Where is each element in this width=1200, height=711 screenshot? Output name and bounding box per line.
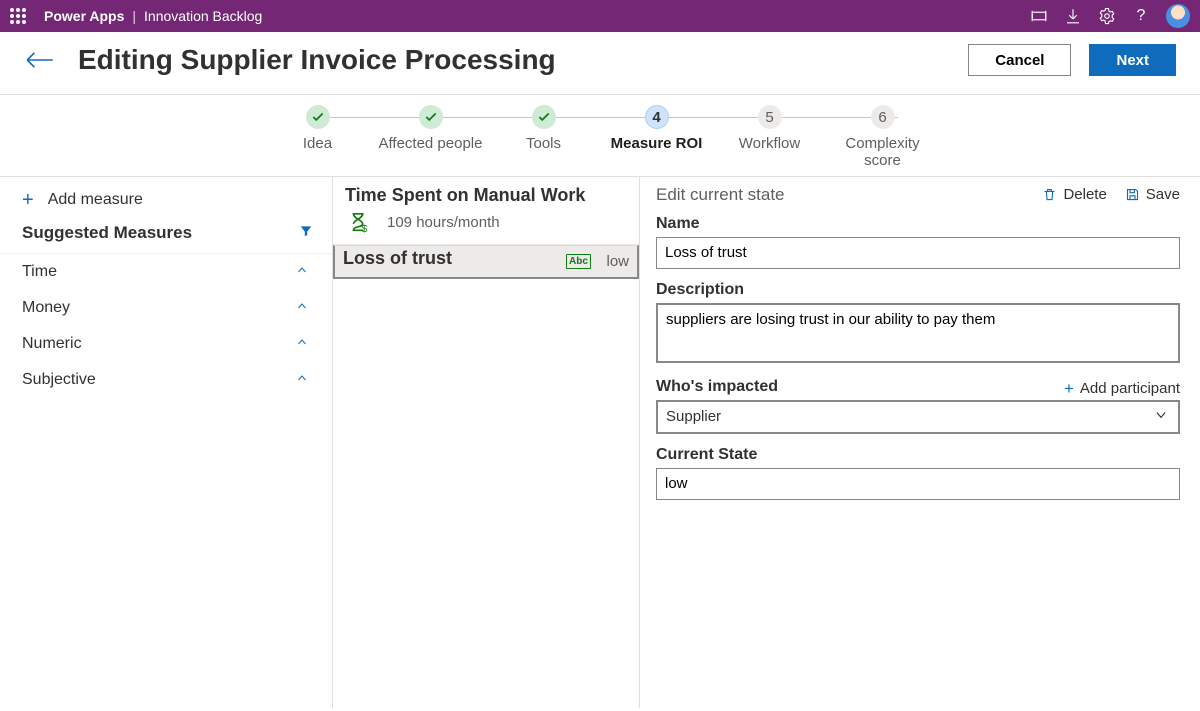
add-measure-label: Add measure [48, 191, 143, 209]
step-complexity-score[interactable]: 6 Complexity score [826, 105, 939, 170]
category-numeric[interactable]: Numeric [0, 326, 332, 362]
current-state-input[interactable] [656, 468, 1180, 500]
gear-icon[interactable] [1090, 7, 1124, 25]
avatar[interactable] [1166, 4, 1190, 28]
add-participant-button[interactable]: + Add participant [1064, 379, 1180, 399]
chevron-up-icon [294, 371, 310, 389]
global-topbar: Power Apps | Innovation Backlog ? [0, 0, 1200, 32]
cancel-button[interactable]: Cancel [968, 44, 1071, 76]
download-icon[interactable] [1056, 7, 1090, 25]
description-input[interactable] [656, 303, 1180, 363]
plus-icon: + [1064, 379, 1074, 399]
measure-cards-column: Time Spent on Manual Work $ 109 hours/mo… [333, 177, 640, 708]
main-area: + Add measure Suggested Measures Time Mo… [0, 177, 1200, 708]
description-label: Description [656, 281, 1180, 299]
app-name[interactable]: Innovation Backlog [144, 8, 262, 24]
chevron-up-icon [294, 299, 310, 317]
fit-icon[interactable] [1022, 7, 1056, 25]
measure-card-loss-of-trust[interactable]: Loss of trust Abc low [333, 245, 639, 279]
waffle-icon[interactable] [10, 8, 26, 24]
form-heading: Edit current state [656, 185, 785, 205]
category-subjective[interactable]: Subjective [0, 362, 332, 398]
category-time[interactable]: Time [0, 254, 332, 290]
current-state-label: Current State [656, 446, 1180, 464]
chevron-down-icon [1152, 408, 1170, 426]
suggested-measures-header: Suggested Measures [0, 219, 332, 254]
wizard-stepper: Idea Affected people Tools 4 Measure ROI… [0, 95, 1200, 177]
filter-icon[interactable] [298, 223, 314, 243]
step-idea[interactable]: Idea [261, 105, 374, 170]
chevron-up-icon [294, 335, 310, 353]
svg-text:$: $ [362, 224, 368, 234]
back-button[interactable] [24, 50, 56, 70]
add-measure-button[interactable]: + Add measure [0, 185, 332, 219]
brand-name[interactable]: Power Apps [44, 8, 124, 24]
step-affected-people[interactable]: Affected people [374, 105, 487, 170]
help-icon[interactable]: ? [1124, 7, 1158, 25]
category-money[interactable]: Money [0, 290, 332, 326]
step-measure-roi[interactable]: 4 Measure ROI [600, 105, 713, 170]
abc-icon: Abc [564, 250, 592, 272]
measure-card-time-spent[interactable]: Time Spent on Manual Work $ 109 hours/mo… [333, 177, 639, 245]
page-title: Editing Supplier Invoice Processing [78, 44, 968, 76]
next-button[interactable]: Next [1089, 44, 1176, 76]
name-label: Name [656, 215, 1180, 233]
step-tools[interactable]: Tools [487, 105, 600, 170]
who-impacted-label: Who's impacted [656, 378, 778, 396]
edit-form: Edit current state Delete Save Name Desc… [640, 177, 1200, 708]
step-workflow[interactable]: 5 Workflow [713, 105, 826, 170]
hourglass-dollar-icon: $ [345, 212, 373, 234]
name-input[interactable] [656, 237, 1180, 269]
chevron-up-icon [294, 263, 310, 281]
brand-separator: | [132, 8, 136, 24]
delete-button[interactable]: Delete [1042, 186, 1106, 203]
measures-sidebar: + Add measure Suggested Measures Time Mo… [0, 177, 333, 708]
plus-icon: + [22, 192, 34, 208]
page-header: Editing Supplier Invoice Processing Canc… [0, 32, 1200, 95]
save-button[interactable]: Save [1125, 186, 1180, 203]
who-impacted-select[interactable]: Supplier [656, 400, 1180, 434]
